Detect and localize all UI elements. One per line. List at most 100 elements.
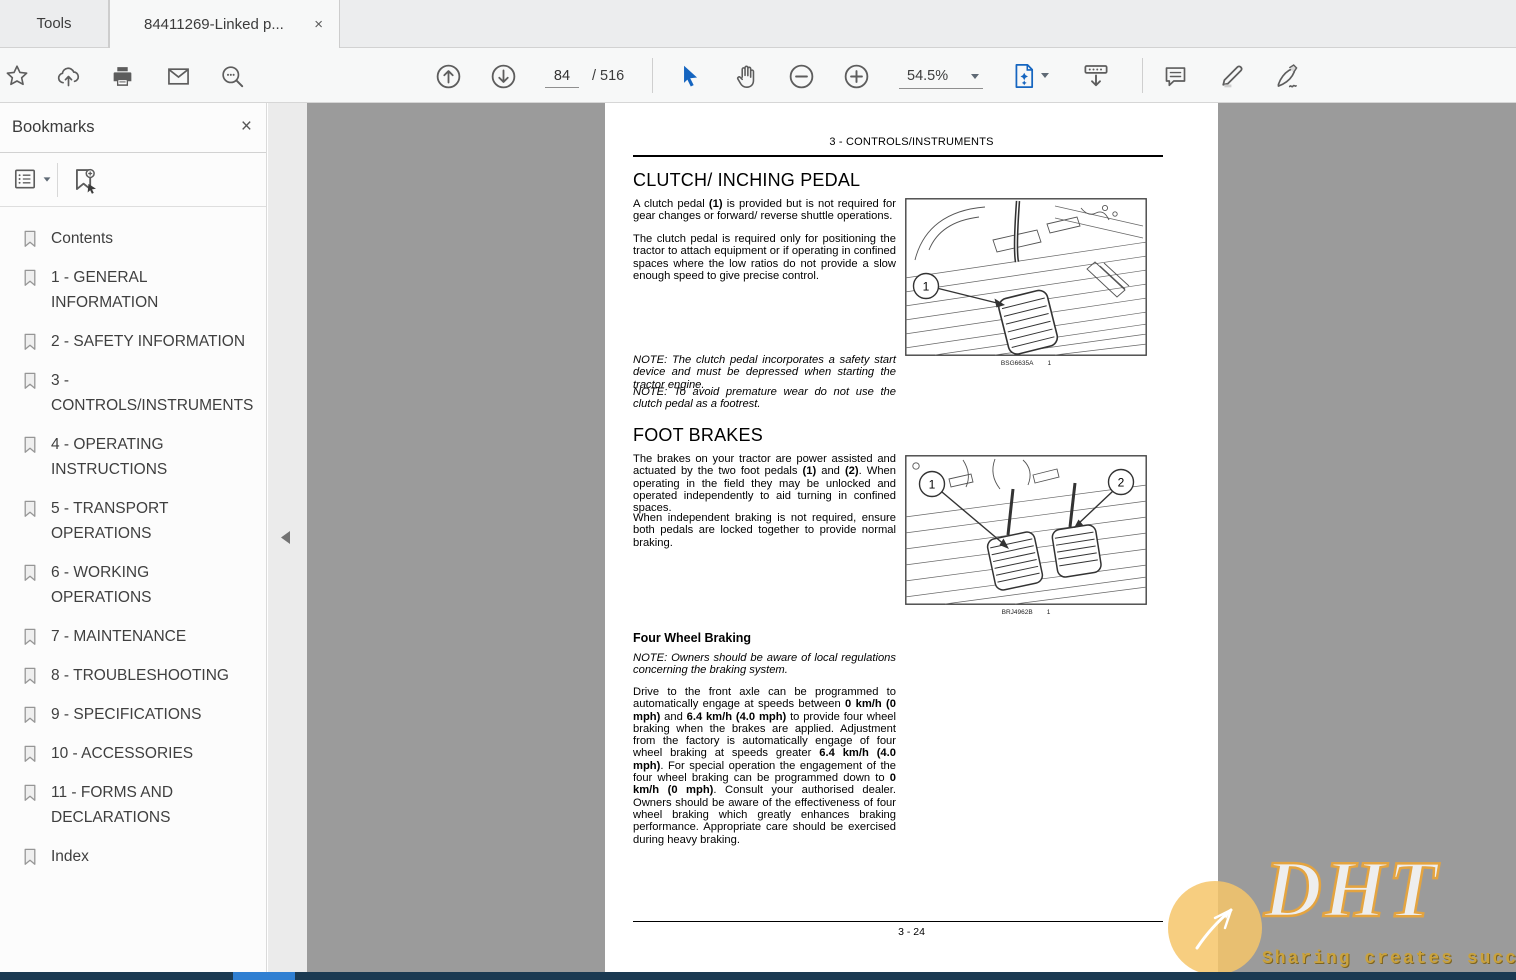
bookmark-item-index[interactable]: Index [22, 844, 260, 869]
bookmark-icon [22, 499, 38, 519]
bookmark-item-troubleshooting[interactable]: 8 - TROUBLESHOOTING [22, 663, 260, 688]
header-rule [633, 155, 1163, 157]
bookmarks-close-icon[interactable]: × [241, 116, 252, 138]
bookmark-item-contents[interactable]: Contents [22, 226, 260, 251]
pencil-icon [1218, 62, 1246, 90]
bookmarks-title: Bookmarks [12, 118, 95, 137]
bottom-status-bar [0, 972, 1516, 980]
four-wheel-braking-paragraph: Drive to the front axle can be programme… [633, 686, 896, 846]
watermark-logo: DHT [1264, 850, 1439, 930]
zoom-level-dropdown[interactable]: 54.5% [899, 64, 983, 89]
figure2-callout-2: 2 [1118, 476, 1125, 490]
subheading-four-wheel-braking: Four Wheel Braking [633, 631, 751, 645]
document-viewport[interactable]: 3 - CONTROLS/INSTRUMENTS CLUTCH/ INCHING… [307, 103, 1516, 972]
bookmark-icon [22, 705, 38, 725]
options-list-icon [12, 166, 38, 192]
previous-page-button[interactable] [432, 60, 464, 92]
bookmark-item-safety-information[interactable]: 2 - SAFETY INFORMATION [22, 329, 260, 354]
hand-tool-button[interactable] [730, 60, 762, 92]
bookmark-icon [22, 847, 38, 867]
tab-document[interactable]: 84411269-Linked p... × [109, 0, 340, 49]
bookmark-icon [22, 783, 38, 803]
printer-icon [110, 64, 135, 89]
chevron-down-icon [44, 177, 51, 181]
bookmark-icon [22, 744, 38, 764]
minus-circle-icon [787, 62, 816, 91]
zoom-out-button[interactable] [785, 60, 817, 92]
four-wheel-braking-note: NOTE: Owners should be aware of local re… [633, 652, 896, 677]
zoom-in-button[interactable] [840, 60, 872, 92]
find-current-bookmark-button[interactable] [70, 166, 100, 196]
scroll-mode-button[interactable] [1080, 60, 1112, 92]
locate-bookmark-icon [70, 166, 100, 196]
running-header: 3 - CONTROLS/INSTRUMENTS [605, 136, 1218, 148]
star-icon [4, 63, 30, 89]
bookmarks-panel: Bookmarks × Contents 1 - GENERAL INFORMA… [0, 103, 267, 972]
figure2-callout-1: 1 [929, 478, 936, 492]
chevron-down-icon [971, 74, 979, 79]
figure1-callout-1: 1 [923, 280, 930, 294]
tab-close-icon[interactable]: × [311, 15, 326, 34]
highlight-pencil-button[interactable] [1216, 60, 1248, 92]
favorites-star-button[interactable] [1, 60, 33, 92]
bookmark-item-specifications[interactable]: 9 - SPECIFICATIONS [22, 702, 260, 727]
bookmark-item-controls-instruments[interactable]: 3 - CONTROLS/INSTRUMENTS [22, 368, 260, 418]
pdf-page: 3 - CONTROLS/INSTRUMENTS CLUTCH/ INCHING… [605, 103, 1218, 972]
page-total-label: / 516 [592, 68, 624, 84]
bookmark-item-accessories[interactable]: 10 - ACCESSORIES [22, 741, 260, 766]
clutch-paragraph-2: The clutch pedal is required only for po… [633, 233, 896, 282]
figure1-caption-id: BSG6635A [1001, 360, 1034, 367]
bookmark-item-maintenance[interactable]: 7 - MAINTENANCE [22, 624, 260, 649]
scrolling-pages-icon [1081, 61, 1111, 91]
envelope-icon [165, 63, 192, 90]
search-button[interactable] [216, 60, 248, 92]
page-number-input[interactable]: 84 [545, 65, 579, 88]
triangle-left-icon [281, 531, 290, 544]
figure2-caption-number: 1 [1047, 609, 1051, 616]
bottom-bar-highlight [233, 972, 295, 980]
foot-brakes-illustration: 1 2 [905, 455, 1147, 605]
arrow-up-circle-icon [434, 62, 463, 91]
next-page-button[interactable] [487, 60, 519, 92]
fit-page-button[interactable] [1008, 60, 1040, 92]
toolbar-separator [1142, 58, 1143, 93]
bookmarks-toolbar [0, 153, 266, 207]
bookmarks-toolbar-separator [57, 163, 58, 197]
bookmark-item-transport-operations[interactable]: 5 - TRANSPORT OPERATIONS [22, 496, 260, 546]
print-button[interactable] [106, 60, 138, 92]
bookmark-icon [22, 229, 38, 249]
figure-clutch-pedal: 1 [905, 198, 1147, 356]
watermark-arrow-icon [1185, 898, 1245, 958]
bookmark-icon [22, 268, 38, 288]
email-button[interactable] [162, 60, 194, 92]
bookmarks-header: Bookmarks × [0, 103, 266, 153]
arrow-down-circle-icon [489, 62, 518, 91]
foot-brakes-paragraph-2: When independent braking is not required… [633, 512, 896, 549]
comment-button[interactable] [1159, 60, 1191, 92]
tab-bar: Tools 84411269-Linked p... × [0, 0, 1516, 48]
document-tab-title: 84411269-Linked p... [144, 16, 284, 33]
fill-sign-button[interactable] [1271, 60, 1303, 92]
select-tool-button[interactable] [674, 60, 706, 92]
bookmarks-options-button[interactable] [12, 166, 51, 192]
bookmark-item-working-operations[interactable]: 6 - WORKING OPERATIONS [22, 560, 260, 610]
figure2-caption-id: BRJ4962B [1002, 609, 1033, 616]
bookmark-item-general-information[interactable]: 1 - GENERAL INFORMATION [22, 265, 260, 315]
bookmark-item-operating-instructions[interactable]: 4 - OPERATING INSTRUCTIONS [22, 432, 260, 482]
collapse-sidebar-button[interactable] [281, 531, 290, 544]
toolbar-separator [652, 58, 653, 93]
fit-page-chevron-icon[interactable] [1041, 73, 1049, 78]
bookmark-item-forms-declarations[interactable]: 11 - FORMS AND DECLARATIONS [22, 780, 260, 830]
share-upload-button[interactable] [52, 60, 84, 92]
clutch-note-2: NOTE: To avoid premature wear do not use… [633, 386, 896, 411]
pdf-viewer-window: Tools 84411269-Linked p... × 84 / 516 [0, 0, 1516, 980]
bookmark-icon [22, 627, 38, 647]
comment-bubble-icon [1162, 63, 1189, 90]
tab-tools[interactable]: Tools [0, 0, 109, 48]
search-icon [219, 63, 246, 90]
figure2-caption: BRJ4962B 1 [905, 609, 1147, 616]
figure-foot-brakes: 1 2 [905, 455, 1147, 605]
footer-rule [633, 921, 1163, 922]
figure1-caption-number: 1 [1047, 360, 1051, 367]
foot-brakes-paragraph-1: The brakes on your tractor are power ass… [633, 453, 896, 514]
